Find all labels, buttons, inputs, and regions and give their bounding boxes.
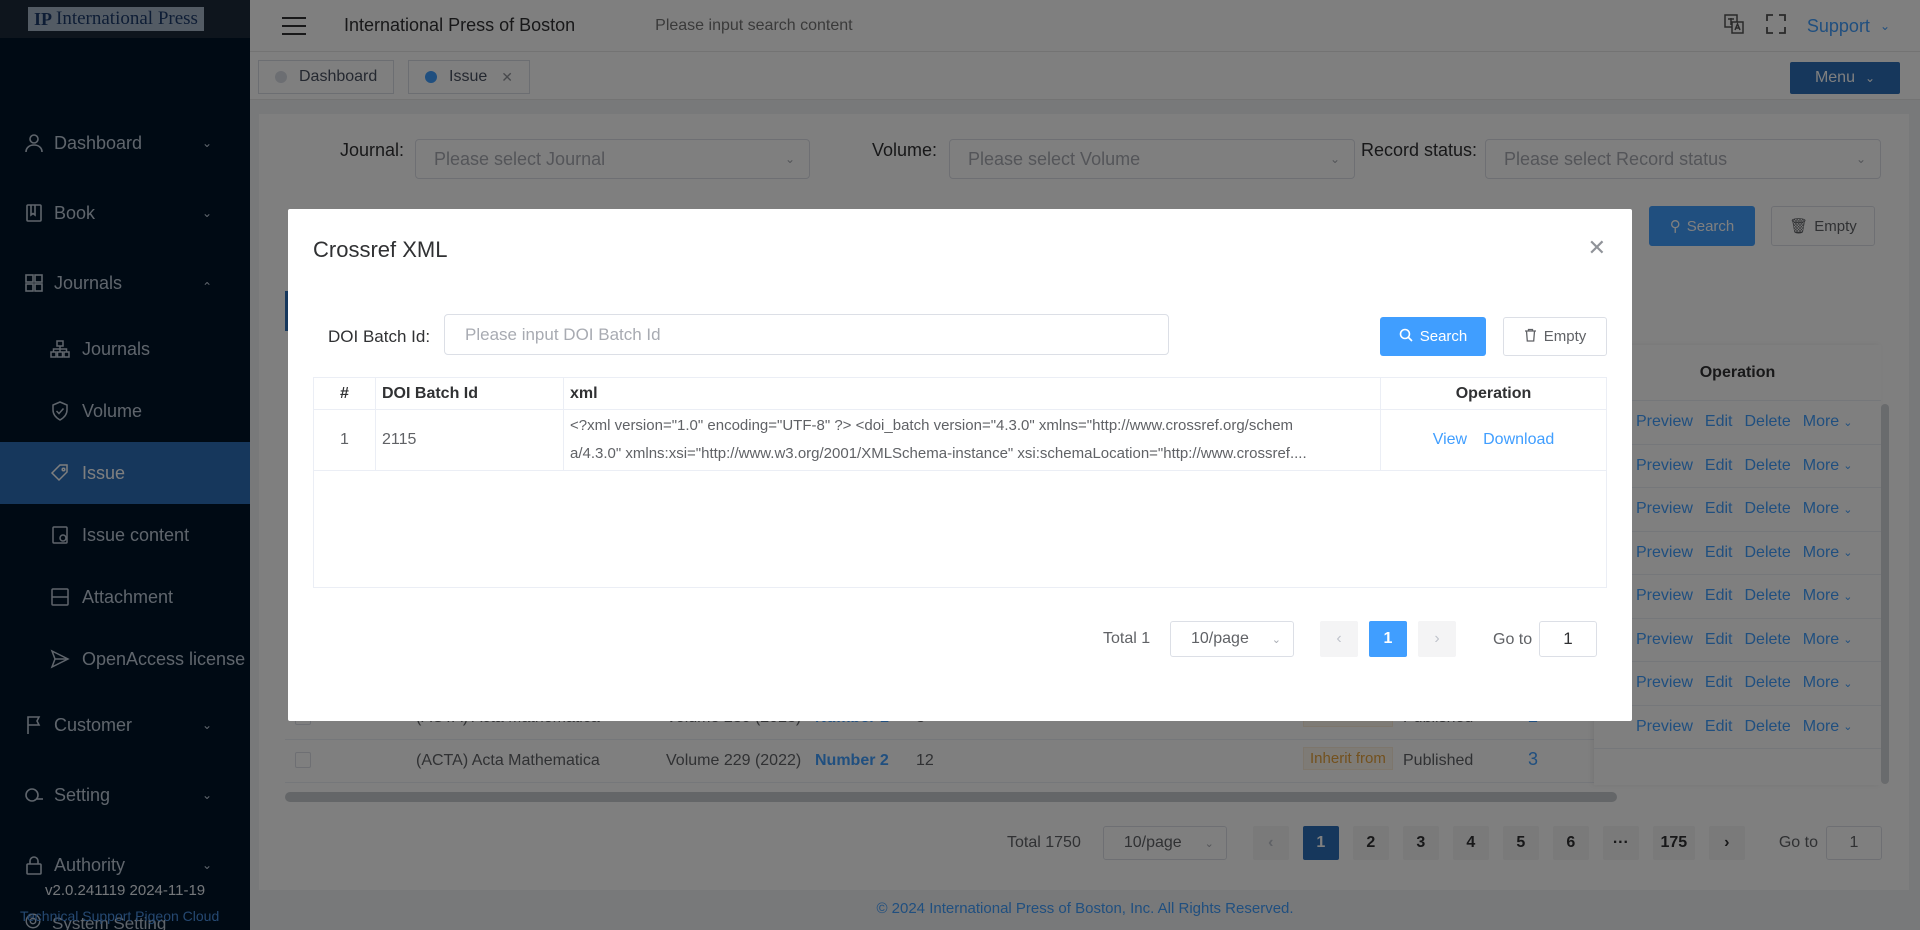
cell-operation: View Download bbox=[1381, 410, 1606, 471]
dialog-next-page-button[interactable]: › bbox=[1418, 621, 1456, 657]
doi-batch-id-placeholder: Please input DOI Batch Id bbox=[465, 324, 661, 344]
download-link[interactable]: Download bbox=[1483, 431, 1554, 449]
view-link[interactable]: View bbox=[1433, 431, 1467, 449]
dialog-page-1[interactable]: 1 bbox=[1369, 621, 1407, 657]
column-header-xml: xml bbox=[564, 378, 1381, 410]
dialog-search-button[interactable]: Search bbox=[1380, 317, 1486, 356]
dialog-prev-page-button[interactable]: ‹ bbox=[1320, 621, 1358, 657]
xml-preview: <?xml version="1.0" encoding="UTF-8" ?> … bbox=[564, 412, 1313, 468]
search-icon bbox=[1399, 328, 1413, 346]
dialog-page-size-select[interactable]: 10/page ⌄ bbox=[1170, 621, 1294, 657]
cell-index: 1 bbox=[314, 410, 376, 471]
chevron-down-icon: ⌄ bbox=[1271, 634, 1281, 646]
dialog-pagination: Total 1 10/page ⌄ ‹ 1 › Go to 1 bbox=[288, 621, 1632, 657]
column-header-operation: Operation bbox=[1381, 378, 1606, 410]
doi-batch-id-input[interactable]: Please input DOI Batch Id bbox=[444, 314, 1169, 355]
dialog-title: Crossref XML bbox=[313, 237, 448, 262]
dialog-goto-input[interactable]: 1 bbox=[1539, 621, 1597, 657]
dialog-goto-label: Go to bbox=[1493, 631, 1533, 648]
column-header-index: # bbox=[314, 378, 376, 410]
xml-line-2: a/4.3.0" xmlns:xsi="http://www.w3.org/20… bbox=[570, 445, 1307, 462]
dialog-page-size-value: 10/page bbox=[1191, 630, 1249, 647]
cell-xml: <?xml version="1.0" encoding="UTF-8" ?> … bbox=[564, 410, 1381, 471]
crossref-xml-dialog: Crossref XML ✕ DOI Batch Id: Please inpu… bbox=[288, 209, 1632, 721]
dialog-search-label: Search bbox=[1419, 328, 1468, 345]
dialog-empty-label: Empty bbox=[1543, 328, 1587, 345]
dialog-empty-button[interactable]: Empty bbox=[1503, 317, 1607, 356]
dialog-pagination-total: Total 1 bbox=[1103, 630, 1151, 647]
close-icon[interactable]: ✕ bbox=[1588, 235, 1606, 261]
column-header-batch-id: DOI Batch Id bbox=[376, 378, 564, 410]
cell-batch-id: 2115 bbox=[376, 410, 564, 471]
trash-icon bbox=[1524, 328, 1537, 346]
xml-line-1: <?xml version="1.0" encoding="UTF-8" ?> … bbox=[570, 417, 1294, 434]
doi-batch-id-label: DOI Batch Id: bbox=[328, 327, 431, 346]
crossref-table: # DOI Batch Id xml Operation 1 2115 <?xm… bbox=[313, 377, 1607, 588]
